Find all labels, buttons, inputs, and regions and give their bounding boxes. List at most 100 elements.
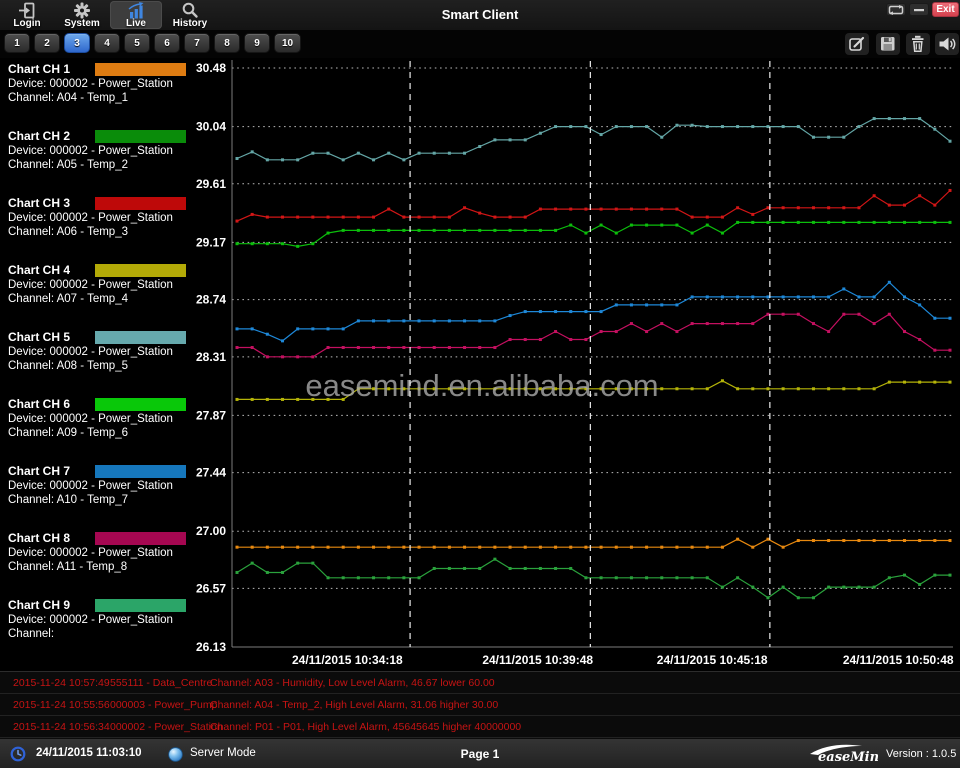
series-point: [706, 322, 709, 325]
series-point: [493, 138, 496, 141]
tab-2[interactable]: 2: [34, 33, 60, 53]
series-point: [736, 221, 739, 224]
series-point: [949, 140, 952, 143]
series-point: [888, 204, 891, 207]
y-axis-label: 27.00: [196, 524, 226, 538]
alarm-row[interactable]: 2015-11-24 10:56:34 000002 - Power_Stati…: [0, 716, 960, 738]
series-point: [873, 387, 876, 390]
login-icon: [18, 2, 36, 19]
save-button[interactable]: [876, 33, 900, 55]
series-point: [903, 117, 906, 120]
series-point: [933, 317, 936, 320]
series-point: [782, 125, 785, 128]
series-point: [660, 136, 663, 139]
series-point: [493, 216, 496, 219]
series-point: [842, 539, 845, 542]
nav-system[interactable]: System: [56, 1, 108, 29]
series-point: [357, 576, 360, 579]
series-point: [402, 158, 405, 161]
series-point: [766, 206, 769, 209]
series-point: [782, 313, 785, 316]
series-point: [448, 346, 451, 349]
series-point: [827, 221, 830, 224]
alarm-row[interactable]: 2015-11-24 10:57:49 555111 - Data_Centre…: [0, 672, 960, 694]
series-point: [584, 232, 587, 235]
series-point: [418, 152, 421, 155]
delete-button[interactable]: [906, 33, 930, 55]
nav-history[interactable]: History: [164, 1, 216, 29]
sound-button[interactable]: [935, 33, 959, 55]
tab-7[interactable]: 7: [184, 33, 210, 53]
tab-9[interactable]: 9: [244, 33, 270, 53]
series-point: [448, 216, 451, 219]
series-point: [524, 546, 527, 549]
series-point: [569, 208, 572, 211]
series-point: [842, 287, 845, 290]
series-point: [706, 125, 709, 128]
series-point: [691, 216, 694, 219]
tab-8[interactable]: 8: [214, 33, 240, 53]
series-point: [327, 327, 330, 330]
series-point: [645, 303, 648, 306]
alarm-row[interactable]: 2015-11-24 10:55:56 000003 - Power_Pump …: [0, 694, 960, 716]
channel-color-swatch: [95, 264, 186, 277]
series-point: [736, 538, 739, 541]
series-point: [660, 208, 663, 211]
series-point: [691, 232, 694, 235]
series-point: [296, 355, 299, 358]
exit-button[interactable]: Exit: [932, 2, 959, 17]
series-point: [812, 221, 815, 224]
tab-10[interactable]: 10: [274, 33, 301, 53]
series-point: [949, 349, 952, 352]
x-axis-label: 24/11/2015 10:34:18: [292, 653, 403, 667]
nav-login[interactable]: Login: [2, 1, 52, 29]
series-point: [372, 158, 375, 161]
series-point: [933, 221, 936, 224]
tab-3[interactable]: 3: [64, 33, 90, 53]
series-point: [751, 387, 754, 390]
nav-live[interactable]: Live: [110, 1, 162, 29]
series-point: [736, 322, 739, 325]
series-point: [782, 206, 785, 209]
series-point: [888, 221, 891, 224]
series-point: [387, 346, 390, 349]
tab-6[interactable]: 6: [154, 33, 180, 53]
series-point: [463, 229, 466, 232]
series-point: [539, 310, 542, 313]
series-point: [463, 206, 466, 209]
series-point: [569, 338, 572, 341]
series-point: [675, 303, 678, 306]
channel-color-swatch: [95, 130, 186, 143]
status-version: Version : 1.0.5: [886, 748, 956, 760]
live-chart-icon: [126, 2, 146, 19]
series-point: [691, 576, 694, 579]
series-point: [812, 136, 815, 139]
series-point: [524, 216, 527, 219]
series-point: [463, 567, 466, 570]
minimize-button[interactable]: [909, 3, 929, 16]
series-point: [706, 216, 709, 219]
series-point: [600, 330, 603, 333]
series-point: [857, 206, 860, 209]
series-point: [509, 338, 512, 341]
series-point: [251, 346, 254, 349]
series-point: [327, 216, 330, 219]
tab-5[interactable]: 5: [124, 33, 150, 53]
tab-1[interactable]: 1: [4, 33, 30, 53]
edit-button[interactable]: [845, 33, 869, 55]
series-point: [251, 150, 254, 153]
series-point: [266, 546, 269, 549]
series-point: [675, 208, 678, 211]
switch-window-button[interactable]: [886, 3, 906, 16]
series-point: [402, 216, 405, 219]
series-point: [524, 310, 527, 313]
series-point: [342, 546, 345, 549]
series-point: [812, 295, 815, 298]
tab-4[interactable]: 4: [94, 33, 120, 53]
series-point: [266, 216, 269, 219]
series-point: [721, 216, 724, 219]
series-point: [266, 333, 269, 336]
series-point: [418, 546, 421, 549]
series-point: [675, 387, 678, 390]
series-point: [766, 596, 769, 599]
